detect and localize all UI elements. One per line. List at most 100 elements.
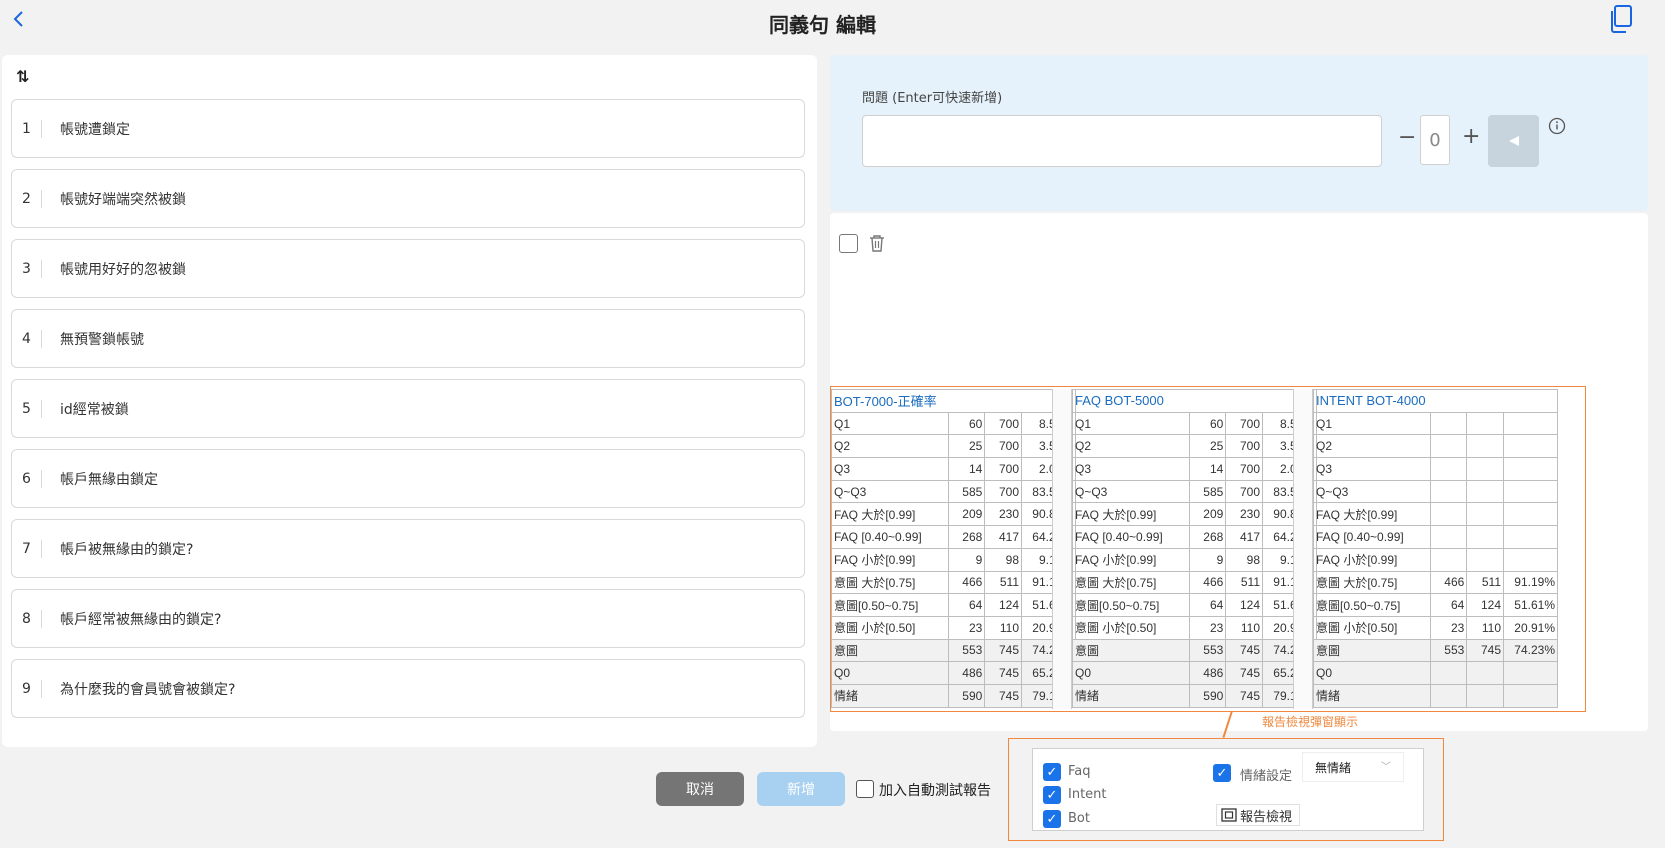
- table-row: Q~Q3: [1313, 479, 1558, 504]
- table-row: Q1: [1313, 411, 1558, 436]
- cell-value: [1466, 525, 1504, 549]
- cell-value: [1503, 502, 1558, 527]
- table-row: 意圖[0.50~0.75]6412451.61%: [831, 593, 1076, 617]
- cell-value: 745: [984, 638, 1022, 663]
- row-label: Q3: [1072, 457, 1190, 481]
- cell-value: 124: [984, 593, 1022, 617]
- row-label: Q3: [831, 457, 949, 481]
- faq-label: Faq: [1068, 764, 1091, 779]
- cell-value: 745: [1466, 638, 1504, 663]
- table-separator: [1293, 389, 1313, 709]
- report-table-title: BOT-7000-正確率: [831, 389, 1076, 413]
- cell-value: 268: [1188, 525, 1227, 549]
- report-view-button[interactable]: 報告檢視: [1216, 804, 1300, 826]
- minus-button[interactable]: −: [1398, 125, 1416, 150]
- bot-checkbox[interactable]: ✓: [1043, 810, 1061, 828]
- table-row: 意圖 大於[0.75]46651191.19%: [1313, 570, 1558, 595]
- row-label: FAQ 小於[0.99]: [1072, 547, 1190, 572]
- table-row: Q3147002.00%: [831, 457, 1076, 481]
- report-table-title: FAQ BOT-5000: [1072, 389, 1317, 413]
- table-row: 意圖 小於[0.50]2311020.91%: [831, 615, 1076, 640]
- list-item[interactable]: 9 為什麼我的會員號會被鎖定?: [11, 659, 805, 718]
- list-item[interactable]: 3 帳號用好好的忽被鎖: [11, 239, 805, 298]
- emotion-checkbox[interactable]: ✓: [1213, 764, 1231, 782]
- cell-value: 124: [1225, 593, 1263, 617]
- quantity-stepper[interactable]: 0: [1420, 115, 1450, 165]
- cell-value: 590: [947, 683, 986, 708]
- list-item[interactable]: 2 帳號好端端突然被鎖: [11, 169, 805, 228]
- table-row: FAQ [0.40~0.99]26841764.27%: [831, 525, 1076, 549]
- emotion-select-value: 無情緒: [1315, 761, 1352, 775]
- sort-icon[interactable]: ⇅: [16, 67, 29, 86]
- table-row: FAQ 小於[0.99]: [1313, 547, 1558, 572]
- cell-value: 700: [984, 434, 1022, 459]
- cell-value: 23: [947, 615, 986, 640]
- cell-value: [1503, 479, 1558, 504]
- faq-checkbox[interactable]: ✓: [1043, 763, 1061, 781]
- row-label: 情緒: [1313, 683, 1431, 708]
- send-icon: [1508, 136, 1519, 146]
- list-item[interactable]: 5 id經常被鎖: [11, 379, 805, 438]
- cell-value: 590: [1188, 683, 1227, 708]
- list-item[interactable]: 8 帳戶經常被無緣由的鎖定?: [11, 589, 805, 648]
- cell-value: 745: [984, 683, 1022, 708]
- cell-value: 700: [1225, 434, 1263, 459]
- table-row: 意圖55374574.23%: [831, 638, 1076, 663]
- row-label: 意圖 小於[0.50]: [1072, 615, 1190, 640]
- table-row: Q1607008.57%: [831, 411, 1076, 436]
- row-label: 情緒: [831, 683, 949, 708]
- cell-value: 110: [1466, 615, 1504, 640]
- trash-icon[interactable]: [868, 233, 886, 253]
- info-icon[interactable]: [1548, 117, 1566, 135]
- cell-value: [1503, 661, 1558, 685]
- report-preview: BOT-7000-正確率Q1607008.57%Q2257003.57%Q314…: [830, 386, 1586, 712]
- document-copy-icon[interactable]: [1609, 5, 1633, 33]
- cell-value: [1503, 434, 1558, 459]
- table-row: Q048674565.23%: [1072, 661, 1317, 685]
- list-item[interactable]: 1 帳號遭鎖定: [11, 99, 805, 158]
- synonym-list: 1 帳號遭鎖定 2 帳號好端端突然被鎖 3 帳號用好好的忽被鎖 4 無預警鎖帳號 5 id經常被鎖…: [11, 99, 805, 729]
- list-item-index: 5: [12, 399, 42, 418]
- cell-value: 466: [947, 570, 986, 595]
- cell-value: [1429, 502, 1468, 527]
- chevron-down-icon: ﹀: [1381, 762, 1391, 773]
- intent-checkbox[interactable]: ✓: [1043, 786, 1061, 804]
- question-label: 問題 (Enter可快速新增): [862, 91, 1003, 106]
- auto-test-checkbox[interactable]: [856, 780, 874, 798]
- cell-value: 417: [984, 525, 1022, 549]
- cell-value: 700: [1225, 479, 1263, 504]
- cell-value: 14: [1188, 457, 1227, 481]
- plus-button[interactable]: +: [1462, 124, 1480, 149]
- cell-value: 60: [1188, 411, 1227, 436]
- question-input[interactable]: [862, 115, 1382, 167]
- table-separator: [1052, 389, 1072, 709]
- cell-value: [1429, 411, 1468, 436]
- cell-value: 51.61%: [1503, 593, 1558, 617]
- cell-value: 553: [947, 638, 986, 663]
- row-label: FAQ 大於[0.99]: [1313, 502, 1431, 527]
- cell-value: 64: [1429, 593, 1468, 617]
- cell-value: 553: [1429, 638, 1468, 663]
- row-label: FAQ 小於[0.99]: [1313, 547, 1431, 572]
- row-label: 意圖[0.50~0.75]: [831, 593, 949, 617]
- row-label: Q1: [1313, 411, 1431, 436]
- add-button[interactable]: 新增: [757, 772, 845, 806]
- cell-value: 745: [1225, 683, 1263, 708]
- cancel-button[interactable]: 取消: [656, 772, 744, 806]
- select-all-checkbox[interactable]: [839, 234, 858, 253]
- list-item[interactable]: 7 帳戶被無緣由的鎖定?: [11, 519, 805, 578]
- list-item[interactable]: 4 無預警鎖帳號: [11, 309, 805, 368]
- list-item-text: 帳戶經常被無緣由的鎖定?: [60, 611, 222, 628]
- table-row: FAQ [0.40~0.99]26841764.27%: [1072, 525, 1317, 549]
- send-button[interactable]: [1488, 115, 1539, 167]
- emotion-select[interactable]: 無情緒 ﹀: [1302, 752, 1404, 782]
- table-row: 意圖 小於[0.50]2311020.91%: [1072, 615, 1317, 640]
- cell-value: 417: [1225, 525, 1263, 549]
- cell-value: [1429, 457, 1468, 481]
- list-item[interactable]: 6 帳戶無緣由鎖定: [11, 449, 805, 508]
- table-row: Q0: [1313, 661, 1558, 685]
- row-label: FAQ [0.40~0.99]: [1072, 525, 1190, 549]
- row-label: Q0: [1313, 661, 1431, 685]
- cell-value: 74.23%: [1503, 638, 1558, 663]
- row-label: 意圖: [1313, 638, 1431, 663]
